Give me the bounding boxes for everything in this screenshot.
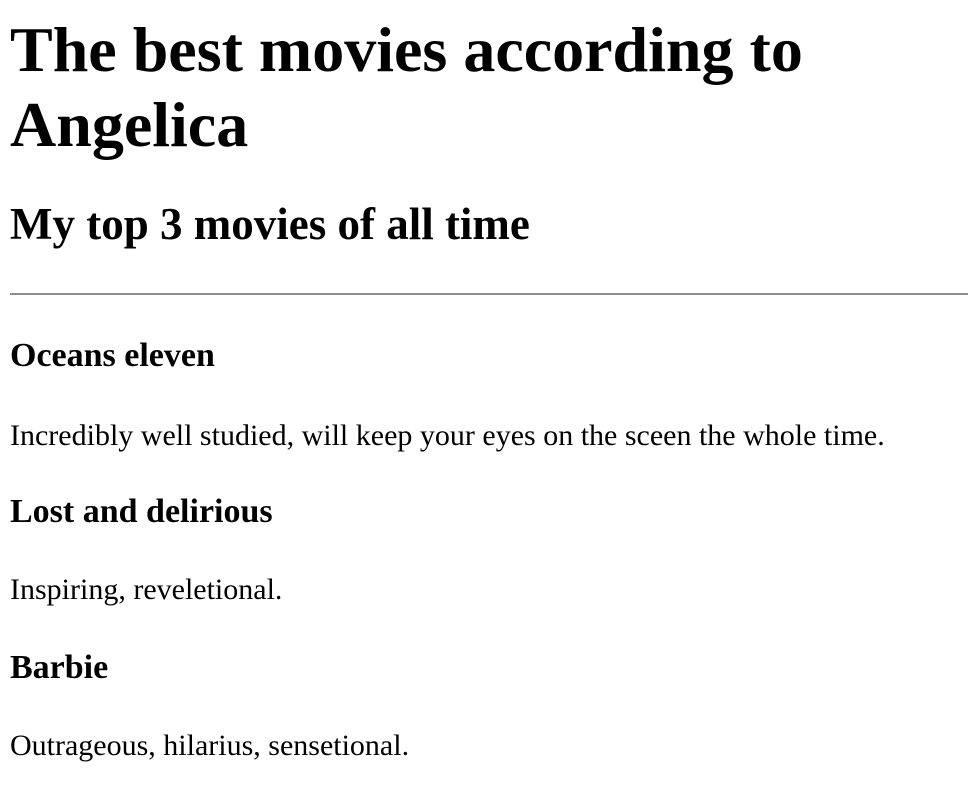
movie-description: Incredibly well studied, will keep your … [10,419,885,452]
page-title: The best movies according to Angelica [10,14,803,160]
movie-description: Inspiring, reveletional. [10,573,283,606]
page: The best movies according to Angelica My… [0,0,968,800]
movie-description: Outrageous, hilarius, sensetional. [10,729,410,762]
movie-title: Lost and delirious [10,493,273,530]
movie-title: Oceans eleven [10,337,215,374]
divider [10,293,968,295]
page-subtitle: My top 3 movies of all time [10,199,530,249]
movie-title: Barbie [10,649,109,686]
